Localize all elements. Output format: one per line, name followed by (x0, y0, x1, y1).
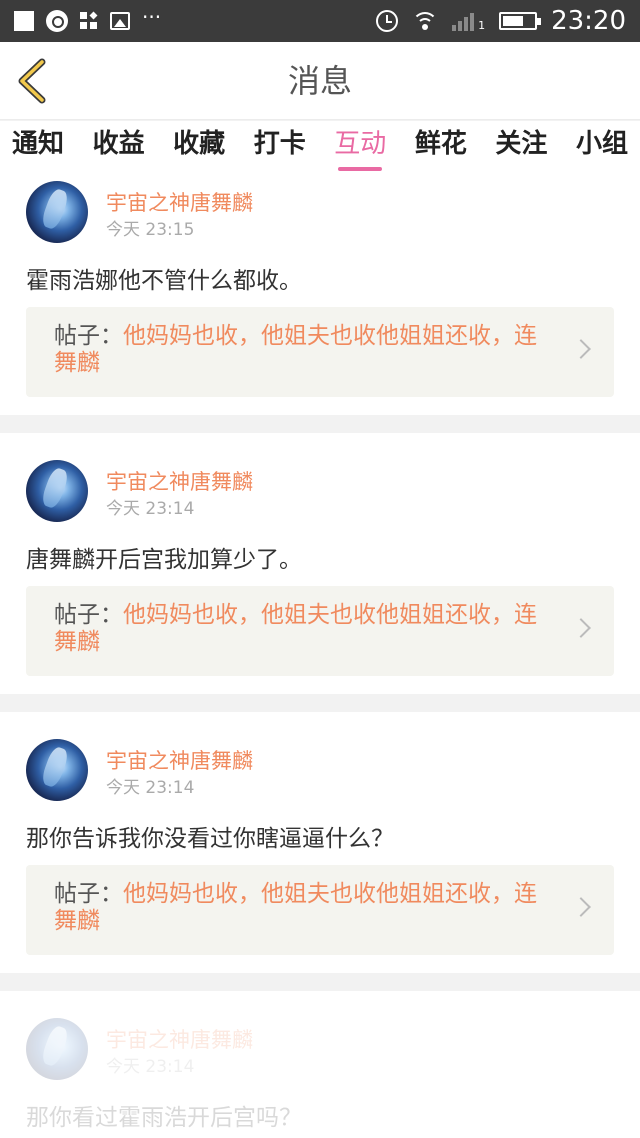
message-card: 宇宙之神唐舞麟 今天 23:14 唐舞麟开后宫我加算少了。 帖子：他妈妈也收，他… (0, 433, 640, 694)
quoted-post-text: 帖子：他妈妈也收，他姐夫也收他姐姐还收，连舞麟 (54, 881, 544, 935)
search-notification-icon (46, 10, 68, 32)
chevron-right-icon (571, 618, 591, 638)
alarm-icon (376, 10, 399, 32)
wifi-icon (412, 10, 439, 32)
timestamp: 今天 23:14 (106, 1057, 195, 1077)
quote-body: 他妈妈也收，他姐夫也收他姐姐还收，连舞麟 (54, 323, 537, 376)
tab-following[interactable]: 关注 (495, 121, 547, 173)
timestamp: 今天 23:15 (106, 220, 195, 240)
quote-label: 帖子： (54, 323, 123, 349)
faded-message-content: 宇宙之神唐舞麟 今天 23:14 那你看过霍雨浩开后宫吗？ (0, 991, 640, 1138)
chevron-right-icon (571, 897, 591, 917)
tab-flowers[interactable]: 鲜花 (415, 121, 467, 173)
tab-checkin[interactable]: 打卡 (254, 121, 306, 173)
quoted-post[interactable]: 帖子：他妈妈也收，他姐夫也收他姐姐还收，连舞麟 (26, 586, 614, 676)
username[interactable]: 宇宙之神唐舞麟 (106, 187, 253, 217)
quoted-post-text: 帖子：他妈妈也收，他姐夫也收他姐姐还收，连舞麟 (54, 602, 544, 656)
more-notifications-icon: ··· (142, 5, 162, 29)
message-card: 宇宙之神唐舞麟 今天 23:14 那你告诉我你没看过你瞎逼逼什么？ 帖子：他妈妈… (0, 712, 640, 973)
message-content: 霍雨浩娜他不管什么都收。 (26, 268, 302, 294)
quoted-post-text: 帖子：他妈妈也收，他姐夫也收他姐姐还收，连舞麟 (54, 323, 544, 377)
username[interactable]: 宇宙之神唐舞麟 (106, 1024, 253, 1054)
message-content: 唐舞麟开后宫我加算少了。 (26, 547, 302, 573)
avatar[interactable] (26, 460, 88, 522)
status-bar: ··· 1 23:20 (0, 0, 640, 42)
message-content: 那你看过霍雨浩开后宫吗？ (26, 1105, 302, 1131)
avatar[interactable] (26, 181, 88, 243)
signal-icon: 1 (452, 11, 485, 31)
quoted-post[interactable]: 帖子：他妈妈也收，他姐夫也收他姐姐还收，连舞麟 (26, 865, 614, 955)
signal-label: 1 (478, 19, 486, 32)
tab-earnings[interactable]: 收益 (93, 121, 145, 173)
timestamp: 今天 23:14 (106, 499, 195, 519)
chevron-right-icon (571, 339, 591, 359)
avatar[interactable] (26, 739, 88, 801)
message-content: 那你告诉我你没看过你瞎逼逼什么？ (26, 826, 394, 852)
battery-icon (499, 12, 542, 30)
tab-interactions[interactable]: 互动 (334, 121, 386, 173)
avatar[interactable] (26, 1018, 88, 1080)
message-card: 宇宙之神唐舞麟 今天 23:14 那你看过霍雨浩开后宫吗？ (0, 991, 640, 1138)
quote-body: 他妈妈也收，他姐夫也收他姐姐还收，连舞麟 (54, 881, 537, 934)
tab-bar: 通知 收益 收藏 打卡 互动 鲜花 关注 小组 (0, 121, 640, 173)
tab-favorites[interactable]: 收藏 (173, 121, 225, 173)
tab-groups[interactable]: 小组 (576, 121, 628, 173)
quote-body: 他妈妈也收，他姐夫也收他姐姐还收，连舞麟 (54, 602, 537, 655)
apps-notification-icon (80, 11, 98, 30)
tab-notifications[interactable]: 通知 (12, 121, 64, 173)
clock: 23:20 (551, 6, 626, 36)
username[interactable]: 宇宙之神唐舞麟 (106, 745, 253, 775)
notification-square-icon (14, 11, 34, 31)
timestamp: 今天 23:14 (106, 778, 195, 798)
username[interactable]: 宇宙之神唐舞麟 (106, 466, 253, 496)
quote-label: 帖子： (54, 881, 123, 907)
image-notification-icon (110, 12, 130, 30)
message-card: 宇宙之神唐舞麟 今天 23:15 霍雨浩娜他不管什么都收。 帖子：他妈妈也收，他… (0, 173, 640, 415)
page-title: 消息 (287, 62, 352, 100)
quote-label: 帖子： (54, 602, 123, 628)
quoted-post[interactable]: 帖子：他妈妈也收，他姐夫也收他姐姐还收，连舞麟 (26, 307, 614, 397)
app-header: 消息 (0, 42, 640, 120)
